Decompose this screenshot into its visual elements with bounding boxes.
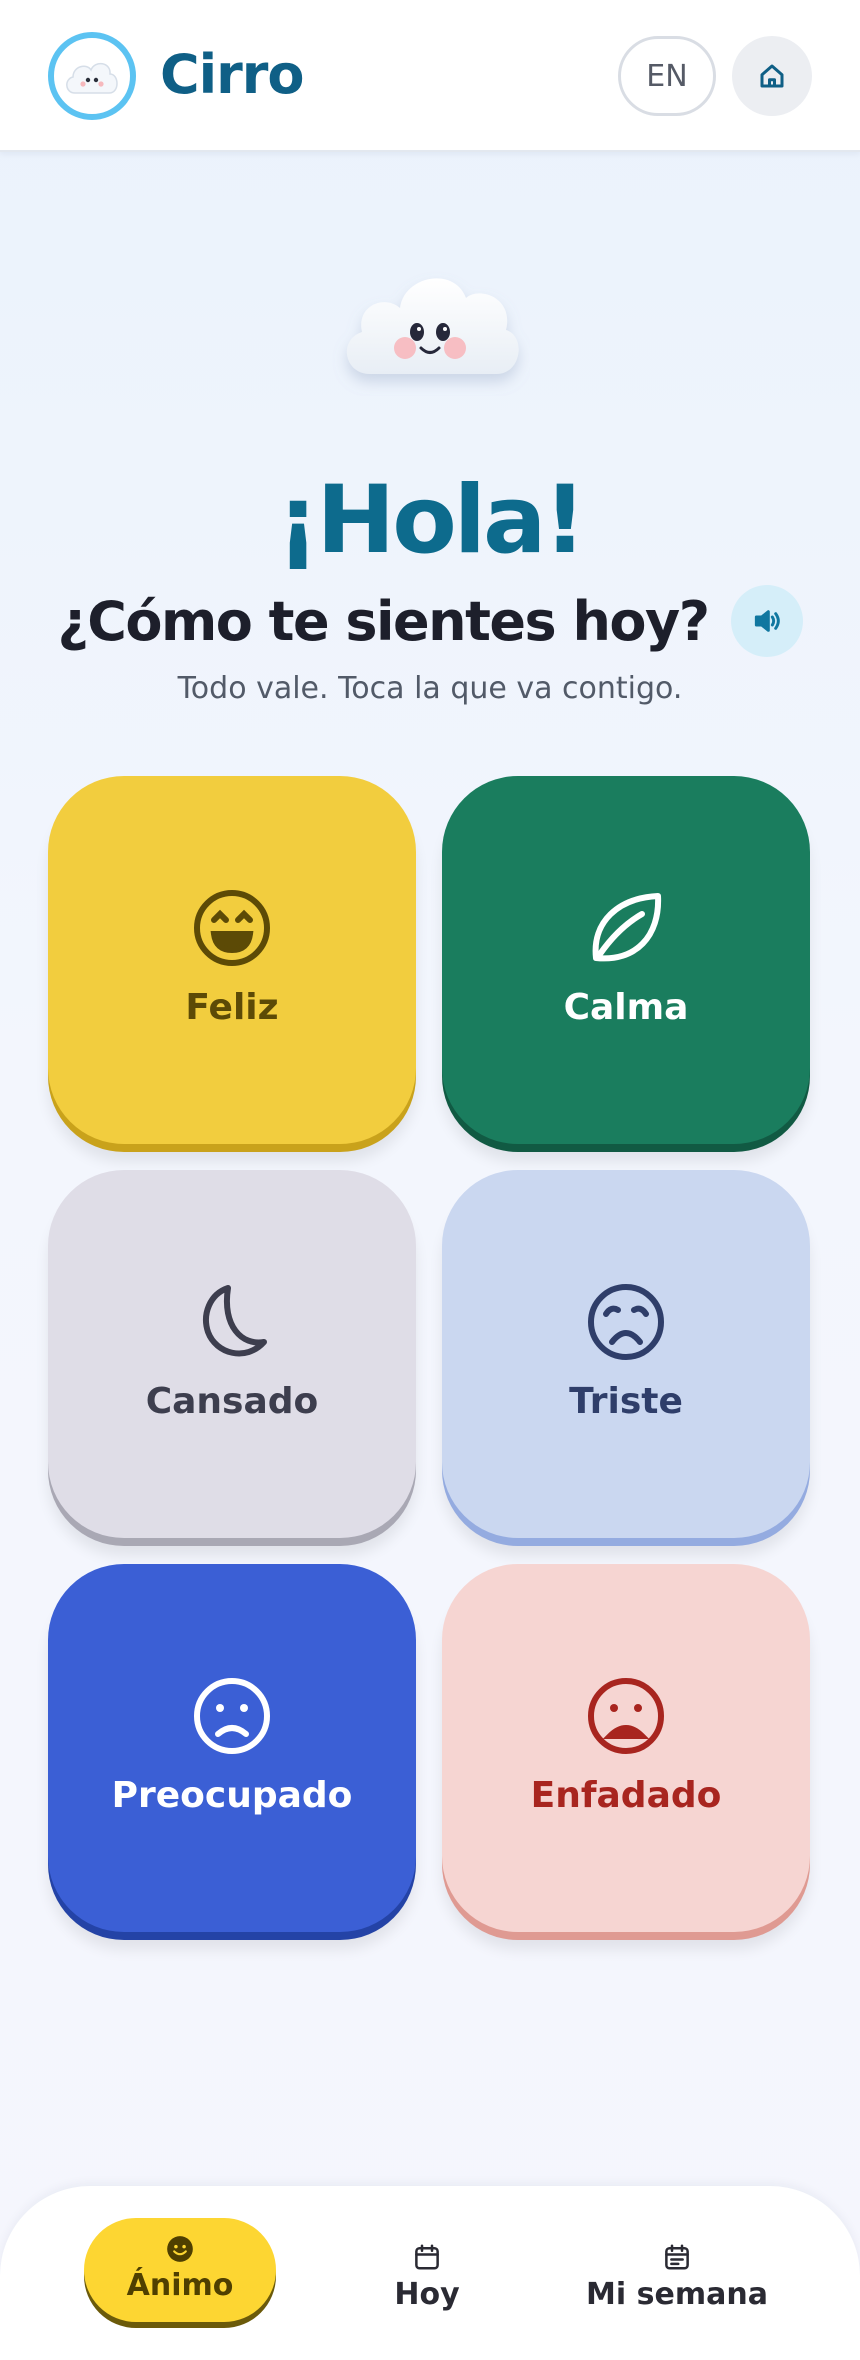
worried-face-icon: [194, 1678, 270, 1754]
mood-card-cansado[interactable]: Cansado: [48, 1170, 416, 1538]
home-icon: [760, 64, 784, 88]
mood-label: Preocupado: [111, 1775, 353, 1816]
mood-card-calma[interactable]: Calma: [442, 776, 810, 1144]
nav-label: Hoy: [394, 2277, 460, 2312]
mood-question: ¿Cómo te sientes hoy?: [57, 589, 710, 653]
mood-card-enfadado[interactable]: Enfadado: [442, 1564, 810, 1932]
leaf-icon: [592, 893, 662, 962]
brand-name: Cirro: [160, 43, 304, 106]
mood-label: Feliz: [185, 987, 279, 1028]
nav-hoy[interactable]: Hoy: [362, 2226, 492, 2330]
smiley-icon: [167, 2236, 193, 2262]
sad-face-icon: [588, 1284, 664, 1360]
nav-label: Mi semana: [586, 2277, 768, 2312]
app-header: Cirro EN: [0, 0, 860, 152]
nav-mi-semana[interactable]: Mi semana: [570, 2226, 784, 2330]
greeting-title: ¡Hola!: [276, 466, 587, 575]
nav-label: Ánimo: [126, 2268, 234, 2303]
question-row: ¿Cómo te sientes hoy?: [0, 584, 860, 658]
calendar-week-icon: [665, 2244, 689, 2270]
language-button[interactable]: EN: [618, 36, 716, 116]
mood-card-triste[interactable]: Triste: [442, 1170, 810, 1538]
home-button[interactable]: [732, 36, 812, 116]
happy-face-icon: [194, 890, 270, 966]
cloud-mascot: [330, 236, 530, 396]
subtitle: Todo vale. Toca la que va contigo.: [177, 671, 683, 706]
mood-label: Calma: [563, 987, 689, 1028]
angry-face-icon: [588, 1678, 664, 1754]
mood-card-preocupado[interactable]: Preocupado: [48, 1564, 416, 1932]
cloud-mascot-icon: [346, 278, 519, 374]
mood-label: Enfadado: [530, 1775, 722, 1816]
mood-label: Cansado: [145, 1381, 319, 1422]
mood-label: Triste: [569, 1381, 683, 1422]
nav-animo[interactable]: Ánimo: [84, 2218, 276, 2322]
app-logo: [48, 32, 136, 120]
calendar-icon: [415, 2244, 439, 2270]
cloud-mascot-icon: [66, 62, 118, 94]
mood-card-feliz[interactable]: Feliz: [48, 776, 416, 1144]
speaker-icon: [754, 610, 780, 632]
moon-icon: [203, 1285, 267, 1357]
read-aloud-button[interactable]: [730, 585, 803, 657]
